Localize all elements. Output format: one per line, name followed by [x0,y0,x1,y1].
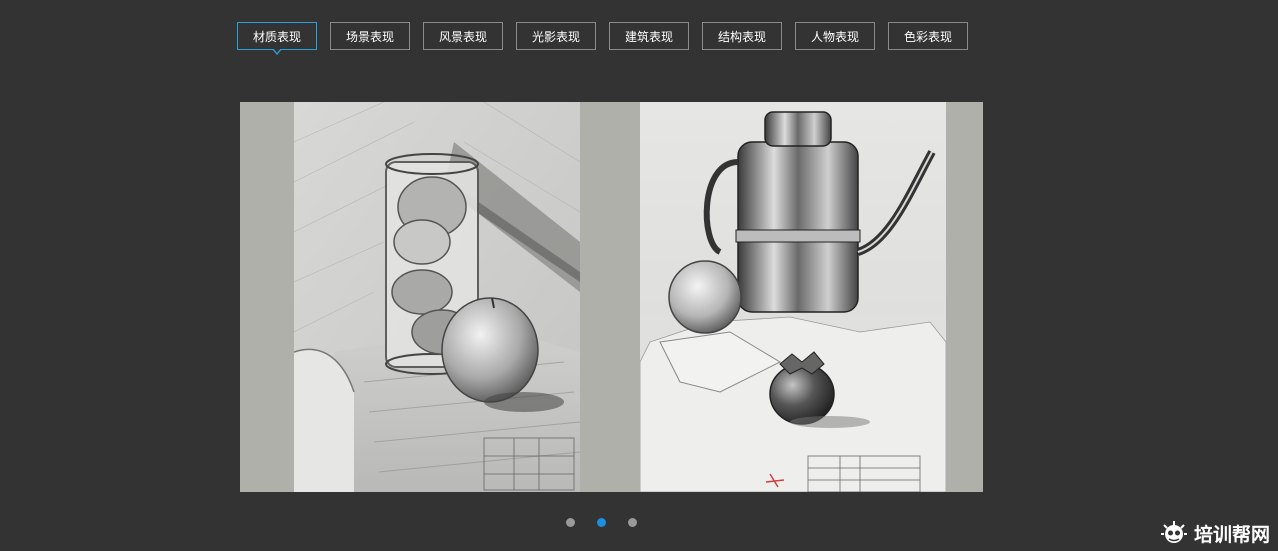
slider-pagination [566,518,637,527]
tab-label: 光影表现 [531,29,580,44]
tab-label: 人物表现 [810,29,859,44]
tab-color[interactable]: 色彩表现 [888,22,968,50]
sketch-kettle-apple-drawing [640,102,946,492]
tab-scene[interactable]: 场景表现 [330,22,410,50]
pagination-dot-1[interactable] [566,518,575,527]
watermark: 培训帮网 [1160,519,1270,547]
tab-material[interactable]: 材质表现 [237,22,317,55]
tab-label: 材质表现 [252,29,301,44]
sketch-glass-apple[interactable] [294,102,580,492]
pagination-dot-2[interactable] [597,518,606,527]
image-slider[interactable] [240,102,983,492]
tab-structure[interactable]: 结构表现 [702,22,782,50]
tab-label: 色彩表现 [903,29,952,44]
tab-architecture[interactable]: 建筑表现 [609,22,689,50]
pagination-dot-3[interactable] [628,518,637,527]
sketch-kettle-apple[interactable] [640,102,946,492]
tab-figure[interactable]: 人物表现 [795,22,875,50]
cartoon-logo-icon [1160,521,1187,543]
tab-light-shadow[interactable]: 光影表现 [516,22,596,50]
tab-label: 结构表现 [717,29,766,44]
tab-label: 建筑表现 [624,29,673,44]
tab-landscape[interactable]: 风景表现 [423,22,503,50]
tab-label: 风景表现 [438,29,487,44]
page: 材质表现 场景表现 风景表现 光影表现 建筑表现 结构表现 人物表现 色彩表现 [0,0,1278,551]
category-tabs: 材质表现 场景表现 风景表现 光影表现 建筑表现 结构表现 人物表现 色彩表现 [237,22,968,55]
sketch-glass-apple-drawing [294,102,580,492]
watermark-text: 培训帮网 [1193,523,1270,546]
tab-label: 场景表现 [345,29,394,44]
